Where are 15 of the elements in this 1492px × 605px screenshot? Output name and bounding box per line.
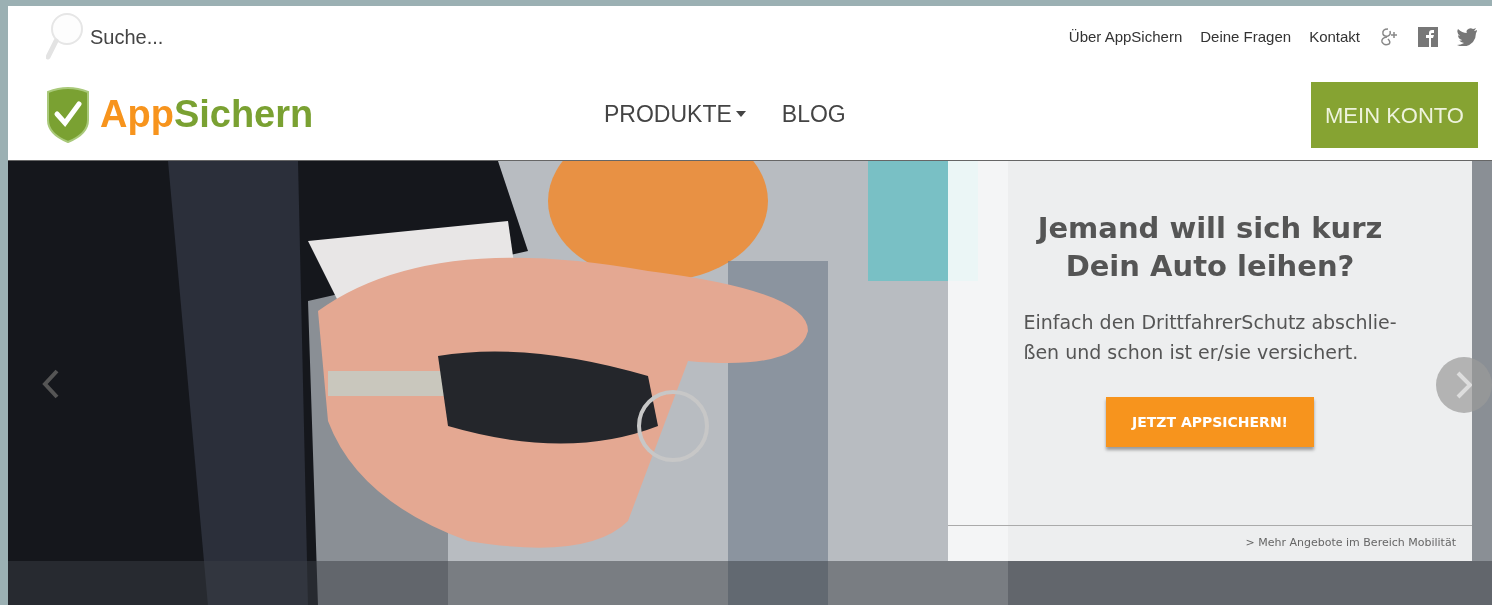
card-heading: Jemand will sich kurz Dein Auto leihen? [1037, 210, 1383, 285]
card-text: Einfach den DrittfahrerSchutz abschlie- ßen und schon ist er/sie versichert. [1023, 310, 1397, 365]
top-link[interactable]: Deine Fragen [1200, 25, 1292, 49]
more-offers-link[interactable]: > Mehr Angebote im Bereich Mobilität [1245, 535, 1456, 552]
search-field[interactable]: Suche... [90, 22, 230, 52]
shield-check-icon [44, 84, 92, 144]
nav-link[interactable]: BLOG [781, 96, 846, 132]
top-link[interactable]: Kontakt [1309, 25, 1360, 49]
google-plus-icon[interactable] [1378, 26, 1400, 48]
logo-text: AppSichern [100, 91, 314, 137]
search-icon [46, 11, 84, 63]
twitter-icon[interactable] [1456, 28, 1478, 46]
nav-link[interactable]: PRODUKTE [604, 96, 746, 132]
top-link[interactable]: Über AppSichern [1068, 25, 1183, 49]
facebook-icon[interactable] [1418, 27, 1438, 47]
